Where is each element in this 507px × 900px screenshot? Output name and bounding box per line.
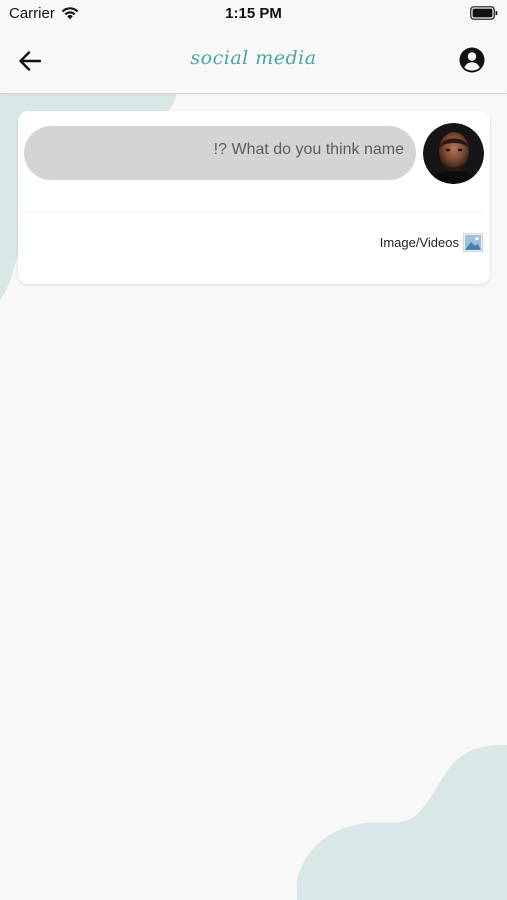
battery-icon [470, 6, 498, 20]
image-icon [463, 232, 483, 252]
decorative-blob-bottom [297, 745, 507, 900]
status-bar: Carrier 1:15 PM [0, 0, 507, 30]
card-divider [26, 211, 482, 212]
nav-bar: social media [0, 30, 507, 94]
post-composer-card: !? What do you think name Image/Videos [18, 111, 490, 284]
add-media-button[interactable]: Image/Videos [380, 230, 483, 254]
status-time: 1:15 PM [225, 5, 282, 22]
avatar[interactable] [423, 123, 484, 184]
account-circle-icon[interactable] [458, 46, 486, 74]
post-input-placeholder: !? What do you think name [213, 141, 404, 158]
media-label: Image/Videos [379, 234, 459, 250]
post-input[interactable]: !? What do you think name [24, 126, 416, 180]
page-title: social media [190, 47, 317, 69]
